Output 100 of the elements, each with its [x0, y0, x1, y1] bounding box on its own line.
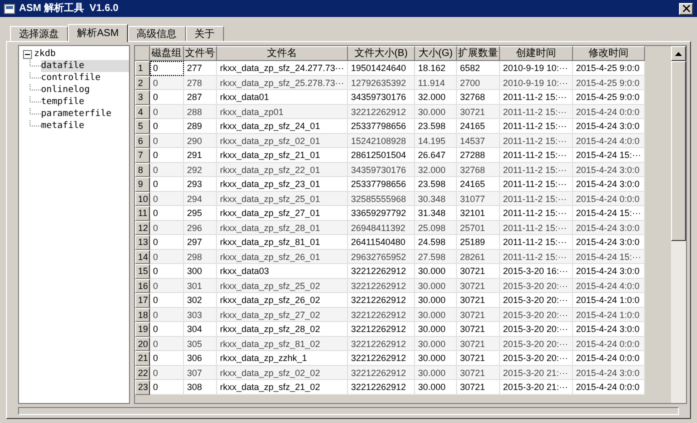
table-cell: 24165 — [457, 119, 500, 134]
table-cell: 2015-4-24 3:0:0 — [573, 220, 645, 235]
table-cell: 2015-3-20 16:··· — [500, 264, 573, 278]
row-header[interactable]: 8 — [135, 162, 150, 177]
tree-item[interactable]: tempfile — [41, 96, 84, 108]
table-cell: 0 — [150, 366, 184, 380]
row-header[interactable]: 21 — [135, 351, 150, 366]
tab[interactable]: 选择源盘 — [10, 26, 68, 41]
table-cell: 34359730176 — [348, 162, 415, 177]
table-cell: 291 — [184, 148, 217, 162]
table-cell: 2015-3-20 20:··· — [500, 278, 573, 293]
column-header[interactable]: 修改时间 — [573, 46, 645, 61]
table-cell: 0 — [150, 235, 184, 250]
tree-item[interactable]: onlinelog — [41, 84, 90, 96]
tree-item[interactable]: metafile — [41, 120, 84, 132]
column-header[interactable]: 文件号 — [184, 46, 217, 61]
row-header[interactable]: 11 — [135, 206, 150, 220]
table-cell: 30721 — [457, 308, 500, 322]
table-cell: 32101 — [457, 206, 500, 220]
row-header[interactable]: 22 — [135, 366, 150, 380]
table-cell: rkxx_data_zp_sfz_02_02 — [217, 366, 348, 380]
table-cell: rkxx_data_zp01 — [217, 104, 348, 119]
row-header[interactable]: 12 — [135, 220, 150, 235]
scrollbar-thumb[interactable] — [671, 61, 686, 241]
table-cell: 0 — [150, 206, 184, 220]
table-cell: 2011-11-2 15:··· — [500, 162, 573, 177]
table-cell: 2015-4-24 3:0:0 — [573, 366, 645, 380]
table-cell: 0 — [150, 192, 184, 206]
close-icon — [682, 5, 690, 12]
table-cell: 14537 — [457, 134, 500, 148]
tab[interactable]: 关于 — [186, 26, 224, 41]
table-cell: 294 — [184, 192, 217, 206]
table-cell: 32212262912 — [348, 322, 415, 336]
tree-item[interactable]: zkdb — [34, 48, 56, 60]
table-cell: 2015-4-24 4:0:0 — [573, 278, 645, 293]
table-cell: rkxx_data_zp_sfz_28_02 — [217, 322, 348, 336]
table-cell: 2015-4-24 15:··· — [573, 206, 645, 220]
tab[interactable]: 高级信息 — [128, 26, 186, 41]
table-cell: 0 — [150, 380, 184, 394]
table-cell: 0 — [150, 336, 184, 351]
table-cell: 34359730176 — [348, 90, 415, 104]
table-cell: 32.000 — [415, 90, 457, 104]
vertical-scrollbar[interactable] — [671, 46, 686, 403]
table-cell: 24.598 — [415, 235, 457, 250]
column-header[interactable]: 文件大小(B) — [348, 46, 415, 61]
table-cell: 25701 — [457, 220, 500, 235]
row-header[interactable]: 9 — [135, 177, 150, 192]
table-cell: 30721 — [457, 380, 500, 394]
tree-item[interactable]: datafile — [41, 60, 129, 72]
table-cell: 25337798656 — [348, 119, 415, 134]
row-header[interactable]: 15 — [135, 264, 150, 278]
row-header[interactable]: 5 — [135, 119, 150, 134]
table-cell: 30.000 — [415, 336, 457, 351]
table-cell: 19501424640 — [348, 61, 415, 76]
table-cell: 29632765952 — [348, 250, 415, 264]
table-cell: 2015-4-25 9:0:0 — [573, 90, 645, 104]
column-header[interactable]: 磁盘组 — [150, 46, 184, 61]
column-header[interactable]: 大小(G) — [415, 46, 457, 61]
row-header[interactable]: 17 — [135, 293, 150, 308]
row-header[interactable]: 1 — [135, 61, 150, 76]
table-cell: 30721 — [457, 264, 500, 278]
table-cell: rkxx_data01 — [217, 90, 348, 104]
table-cell: 32212262912 — [348, 278, 415, 293]
row-header[interactable]: 4 — [135, 104, 150, 119]
table-cell: 30.000 — [415, 366, 457, 380]
table-cell: 287 — [184, 90, 217, 104]
table-cell: 0 — [150, 148, 184, 162]
row-header[interactable]: 23 — [135, 380, 150, 394]
scroll-up-icon — [675, 52, 682, 56]
table-cell: 32212262912 — [348, 366, 415, 380]
table-cell: 2015-4-24 3:0:0 — [573, 119, 645, 134]
row-header[interactable]: 16 — [135, 278, 150, 293]
table-cell: 0 — [150, 104, 184, 119]
table-cell: 2015-4-25 9:0:0 — [573, 76, 645, 90]
row-header[interactable]: 7 — [135, 148, 150, 162]
column-header[interactable]: 创建时间 — [500, 46, 573, 61]
row-header[interactable]: 10 — [135, 192, 150, 206]
table-cell: 23.598 — [415, 119, 457, 134]
table-cell: 0 — [150, 76, 184, 90]
row-header[interactable]: 13 — [135, 235, 150, 250]
column-header[interactable]: 扩展数量 — [457, 46, 500, 61]
row-header[interactable]: 2 — [135, 76, 150, 90]
table-cell: 30721 — [457, 104, 500, 119]
table-cell: 2011-11-2 15:··· — [500, 250, 573, 264]
table-cell: 2015-3-20 20:··· — [500, 308, 573, 322]
tree-item[interactable]: controlfile — [41, 72, 101, 84]
row-header[interactable]: 20 — [135, 336, 150, 351]
row-header[interactable]: 6 — [135, 134, 150, 148]
tree-item[interactable]: parameterfile — [41, 108, 112, 120]
row-header[interactable]: 18 — [135, 308, 150, 322]
table-cell: 30.000 — [415, 380, 457, 394]
tab[interactable]: 解析ASM — [68, 24, 128, 42]
collapse-toggle-icon[interactable] — [23, 50, 32, 58]
column-header[interactable]: 文件名 — [217, 46, 348, 61]
table-cell: 0 — [150, 220, 184, 235]
close-button[interactable] — [679, 2, 693, 14]
row-header[interactable]: 3 — [135, 90, 150, 104]
row-header[interactable]: 19 — [135, 322, 150, 336]
row-header[interactable]: 14 — [135, 250, 150, 264]
table-cell: 0 — [150, 177, 184, 192]
